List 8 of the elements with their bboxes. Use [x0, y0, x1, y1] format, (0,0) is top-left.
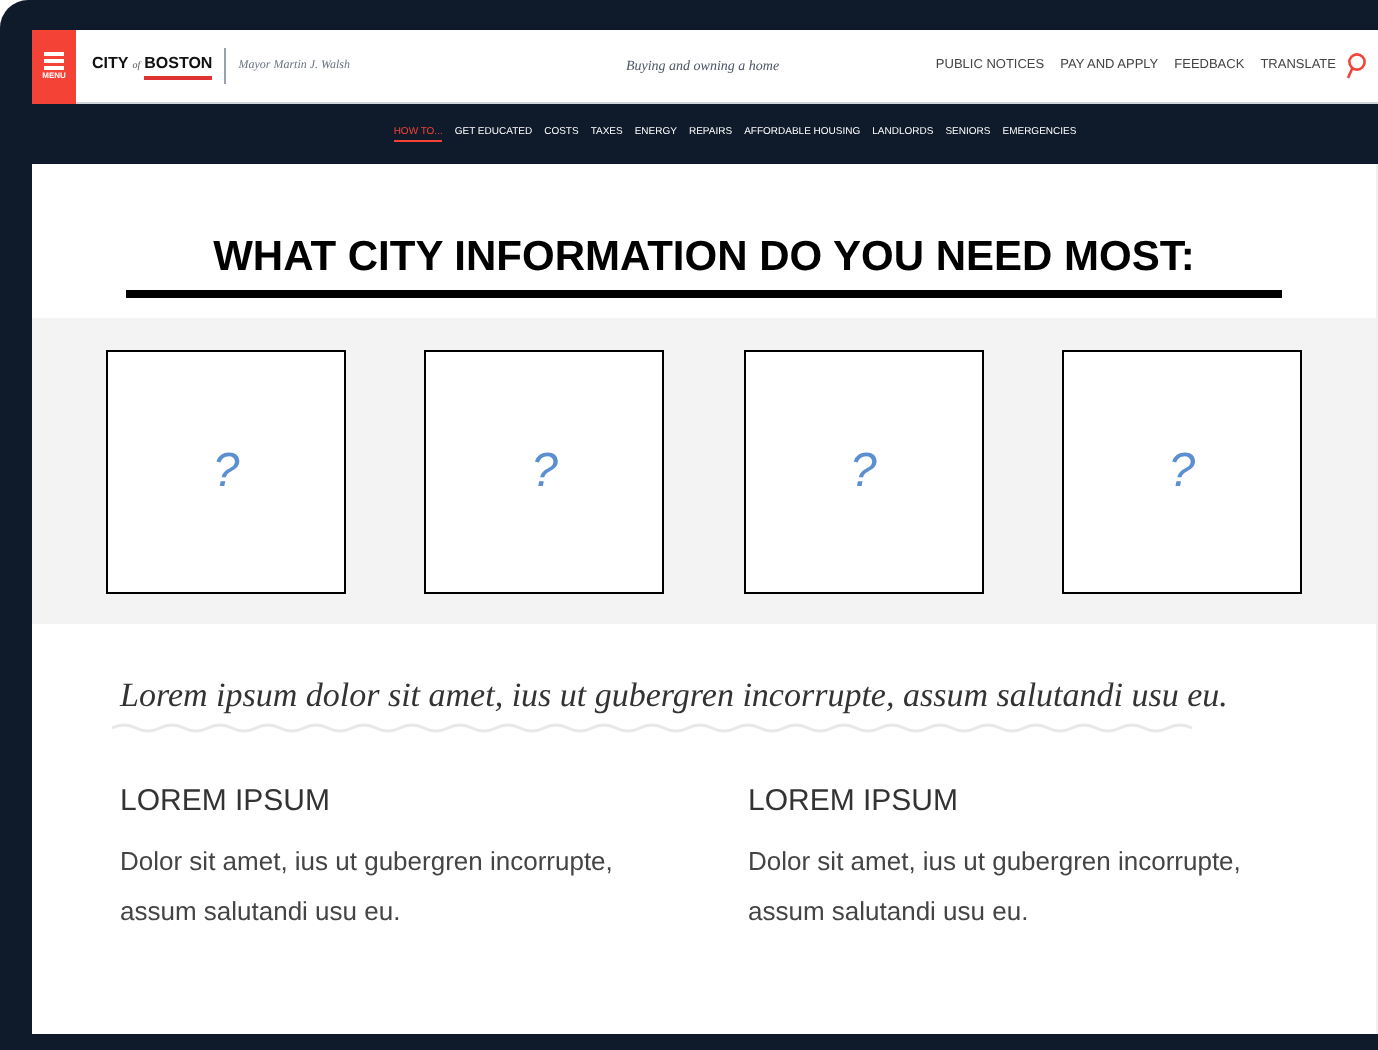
- column-text: Dolor sit amet, ius ut gubergren incorrupte, assum salutandi usu eu.: [120, 844, 615, 930]
- column-title: LOREM IPSUM: [748, 786, 961, 816]
- intro-text: Lorem ipsum dolor sit amet, ius ut gubergren incorrupte, assum salutandi usu eu.: [120, 674, 1230, 718]
- search-icon[interactable]: [1346, 52, 1366, 80]
- column-title: LOREM IPSUM: [120, 786, 333, 816]
- page-heading: WHAT CITY INFORMATION DO YOU NEED MOST:: [213, 236, 1195, 278]
- column-text: Dolor sit amet, ius ut gubergren incorrupte, assum salutandi usu eu.: [748, 844, 1243, 930]
- menu-icon: [44, 52, 64, 70]
